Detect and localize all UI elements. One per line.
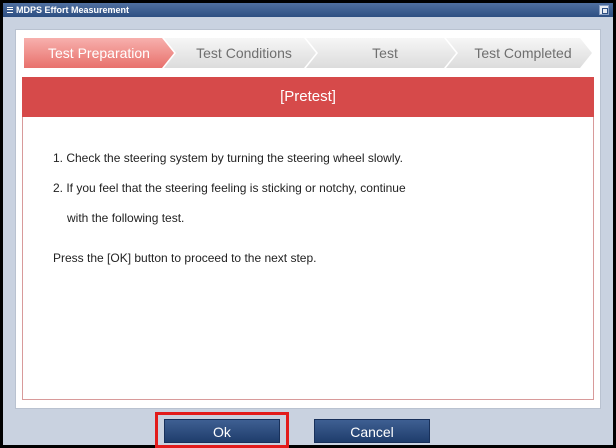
window-title: MDPS Effort Measurement [16, 5, 130, 15]
step-test: Test [306, 38, 456, 68]
instruction-line-1: 1. Check the steering system by turning … [53, 151, 403, 165]
menu-icon[interactable] [7, 7, 13, 13]
step-test-conditions: Test Conditions [164, 38, 316, 68]
instruction-line-2: 2. If you feel that the steering feeling… [53, 181, 406, 195]
client-area: Test Preparation Test Conditions Test Te… [3, 17, 613, 448]
restore-icon[interactable] [599, 5, 609, 15]
instructions-box: 1. Check the steering system by turning … [22, 117, 594, 400]
wizard-panel: Test Preparation Test Conditions Test Te… [15, 29, 601, 409]
step-indicator: Test Preparation Test Conditions Test Te… [24, 38, 592, 68]
app-window: MDPS Effort Measurement Test Preparation… [0, 0, 616, 448]
section-title: [Pretest] [22, 77, 594, 117]
cancel-button[interactable]: Cancel [314, 419, 430, 443]
step-test-preparation: Test Preparation [24, 38, 174, 68]
instruction-line-4: Press the [OK] button to proceed to the … [53, 251, 317, 265]
title-bar[interactable]: MDPS Effort Measurement [3, 3, 613, 17]
button-bar: Ok Cancel [3, 409, 613, 448]
step-test-completed: Test Completed [446, 38, 592, 68]
ok-button[interactable]: Ok [164, 419, 280, 443]
instruction-line-3: with the following test. [67, 211, 185, 225]
